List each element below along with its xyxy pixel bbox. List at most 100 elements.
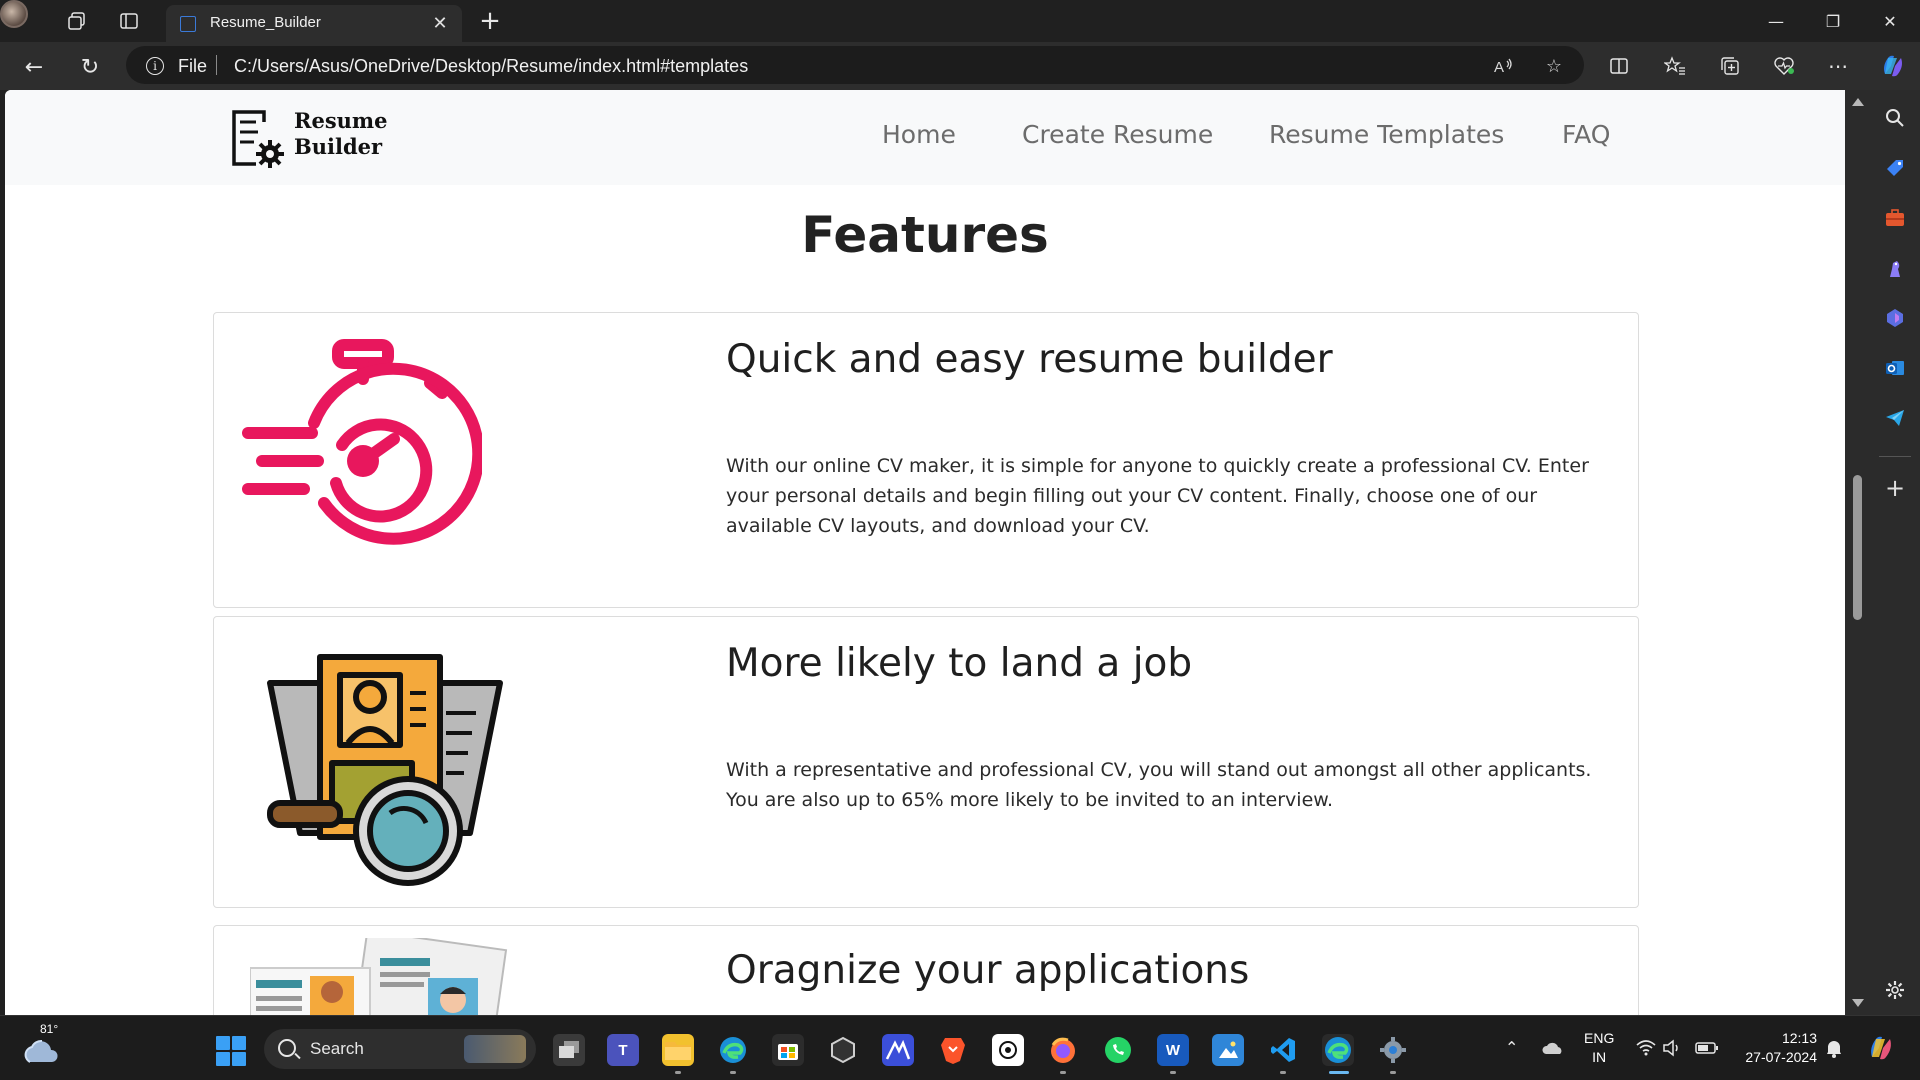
edge-active-icon[interactable] [1322, 1034, 1354, 1066]
resume-builder-logo-icon[interactable] [230, 108, 288, 170]
page-scrollbar[interactable] [1845, 90, 1869, 1015]
running-indicator [675, 1071, 681, 1074]
favorites-icon[interactable] [1659, 50, 1691, 82]
page-icon [180, 16, 196, 32]
nav-link-create-resume[interactable]: Create Resume [1022, 120, 1213, 149]
language-indicator[interactable]: ENG IN [1584, 1029, 1614, 1067]
teams-icon[interactable]: T [607, 1034, 639, 1066]
navigation-bar: ← ↻ i File C:/Users/Asus/OneDrive/Deskto… [0, 42, 1920, 90]
word-icon[interactable]: W [1157, 1034, 1189, 1066]
info-icon[interactable]: i [146, 57, 164, 75]
stopwatch-icon [242, 339, 482, 545]
scheme-label: File [178, 56, 208, 76]
scroll-down-arrow-icon[interactable] [1852, 999, 1864, 1007]
feature-card: Quick and easy resume builder With our o… [213, 312, 1639, 608]
region-code: IN [1592, 1049, 1607, 1065]
scroll-up-arrow-icon[interactable] [1852, 98, 1864, 106]
photos-icon[interactable] [1212, 1034, 1244, 1066]
battery-icon[interactable] [1695, 1036, 1719, 1060]
brand-line-2: Builder [294, 134, 383, 159]
new-tab-button[interactable]: + [476, 6, 504, 36]
vertical-tabs-icon[interactable] [116, 8, 142, 34]
show-hidden-icons-chevron-icon[interactable]: ⌃ [1505, 1038, 1518, 1057]
volume-icon[interactable] [1661, 1036, 1685, 1060]
search-label: Search [310, 1039, 364, 1058]
url-text[interactable]: C:/Users/Asus/OneDrive/Desktop/Resume/in… [234, 56, 748, 77]
workspaces-icon[interactable] [64, 8, 90, 34]
brave-browser-icon[interactable] [937, 1034, 969, 1066]
weather-cloud-icon[interactable] [22, 1030, 62, 1070]
search-icon[interactable] [1881, 104, 1909, 132]
title-bar: Resume_Builder ✕ + — ❐ ✕ [0, 0, 1920, 42]
copilot-taskbar-icon[interactable] [1866, 1033, 1896, 1063]
brand-line-1: Resume [294, 108, 388, 133]
sidebar-settings-icon[interactable] [1881, 976, 1909, 1004]
features-title: Features [801, 206, 1049, 264]
favorite-star-icon[interactable]: ☆ [1542, 54, 1566, 78]
send-telegram-icon[interactable] [1881, 404, 1909, 432]
edge-icon[interactable] [717, 1034, 749, 1066]
vscode-icon[interactable] [1267, 1034, 1299, 1066]
nav-link-faq[interactable]: FAQ [1562, 120, 1610, 149]
restore-button[interactable]: ❐ [1816, 8, 1850, 34]
shopping-tag-icon[interactable] [1881, 154, 1909, 182]
copilot-icon[interactable] [1877, 50, 1909, 82]
read-aloud-icon[interactable]: A [1492, 54, 1516, 78]
clock-date: 27-07-2024 [1745, 1049, 1817, 1065]
refresh-button[interactable]: ↻ [74, 51, 106, 83]
scrollbar-thumb[interactable] [1853, 475, 1862, 620]
kotlin-ide-icon[interactable] [882, 1034, 914, 1066]
feature-card: More likely to land a job With a represe… [213, 616, 1639, 908]
running-indicator [1170, 1071, 1176, 1074]
feature-text: With our online CV maker, it is simple f… [726, 455, 1589, 537]
tools-briefcase-icon[interactable] [1881, 204, 1909, 232]
taskbar: 81° Search T W ⌃ ENG IN 12:13 27-07-2024 [0, 1015, 1920, 1080]
site-header: Resume Builder Home Create Resume Resume… [5, 90, 1845, 185]
windows-start-icon[interactable] [216, 1036, 246, 1066]
collections-icon[interactable] [1714, 50, 1746, 82]
close-tab-button[interactable]: ✕ [428, 11, 452, 35]
tab-title: Resume_Builder [210, 14, 321, 31]
whatsapp-icon[interactable] [1102, 1034, 1134, 1066]
microsoft-store-icon[interactable] [772, 1034, 804, 1066]
system-clock[interactable]: 12:13 27-07-2024 [1735, 1029, 1817, 1067]
wifi-icon[interactable] [1634, 1036, 1658, 1060]
edge-sidebar: + [1869, 90, 1920, 1015]
svg-text:A: A [1494, 59, 1504, 75]
close-window-button[interactable]: ✕ [1873, 8, 1907, 34]
nav-link-resume-templates[interactable]: Resume Templates [1269, 120, 1504, 149]
split-screen-icon[interactable] [1603, 50, 1635, 82]
browser-essentials-icon[interactable] [1768, 50, 1800, 82]
unity-hub-icon[interactable] [827, 1034, 859, 1066]
firefox-icon[interactable] [1047, 1034, 1079, 1066]
onedrive-cloud-icon[interactable] [1541, 1036, 1565, 1060]
language-code: ENG [1584, 1030, 1615, 1046]
more-options-icon[interactable]: ⋯ [1822, 50, 1854, 82]
brand-name[interactable]: Resume Builder [294, 108, 388, 160]
taskbar-search-box[interactable]: Search [264, 1029, 536, 1069]
task-view-icon[interactable] [553, 1034, 585, 1066]
address-bar[interactable]: i File C:/Users/Asus/OneDrive/Desktop/Re… [126, 46, 1584, 84]
resume-search-icon [267, 654, 503, 886]
add-app-icon[interactable]: + [1881, 474, 1909, 502]
profile-avatar[interactable] [0, 0, 28, 28]
nav-link-home[interactable]: Home [882, 120, 956, 149]
weather-temperature: 81° [40, 1022, 59, 1036]
feature-heading: More likely to land a job [726, 641, 1193, 686]
feature-text: With a representative and professional C… [726, 759, 1592, 811]
tab-resume-builder[interactable]: Resume_Builder ✕ [166, 5, 462, 42]
minimize-button[interactable]: — [1759, 8, 1793, 34]
file-explorer-icon[interactable] [662, 1034, 694, 1066]
microsoft-365-icon[interactable] [1881, 304, 1909, 332]
divider [216, 55, 217, 75]
settings-gear-icon[interactable] [1377, 1034, 1409, 1066]
search-highlight-image [464, 1035, 526, 1063]
clock-time: 12:13 [1781, 1030, 1817, 1046]
chatgpt-icon[interactable] [992, 1034, 1024, 1066]
back-button[interactable]: ← [18, 51, 50, 83]
applications-icon [250, 938, 508, 1015]
outlook-icon[interactable] [1881, 354, 1909, 382]
notifications-bell-icon[interactable] [1822, 1036, 1846, 1060]
running-indicator [1280, 1071, 1286, 1074]
games-chess-icon[interactable] [1881, 254, 1909, 282]
